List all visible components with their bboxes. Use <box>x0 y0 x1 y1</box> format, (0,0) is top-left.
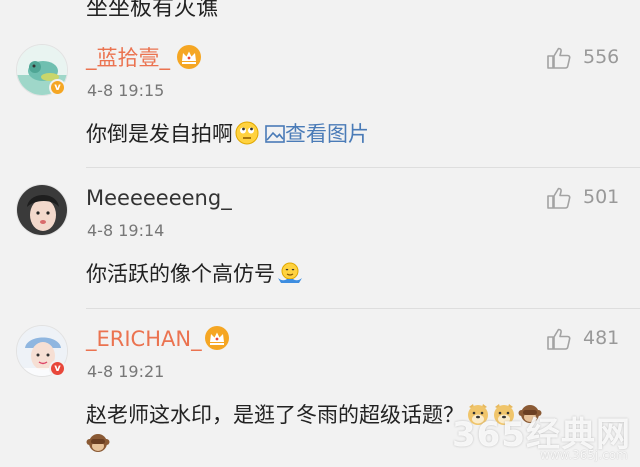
comment-text: 你倒是发自拍啊 查看图片 <box>86 120 369 152</box>
verified-badge: v <box>49 360 66 377</box>
comment-body: 你倒是发自拍啊 <box>86 122 233 146</box>
see-no-evil-monkey-emoji <box>86 431 110 459</box>
shrug-emoji <box>277 261 303 292</box>
comment-body: 赵老师这水印，是逛了冬雨的超级话题？ <box>86 403 464 427</box>
comment-feed: 坐坐板有灭谯 v _蓝拾壹_ 4-8 19:15 556 你倒是发自拍啊 查看图… <box>0 0 640 467</box>
verified-badge: v <box>49 79 66 96</box>
avatar[interactable] <box>16 184 68 236</box>
vip-crown-icon <box>177 45 201 69</box>
previous-comment-fragment: 坐坐板有灭谯 <box>86 0 219 21</box>
comment-body: 你活跃的像个高仿号 <box>86 262 275 286</box>
username[interactable]: Meeeeeeeng_ <box>86 184 232 212</box>
comment-time: 4-8 19:14 <box>87 221 165 240</box>
username[interactable]: _蓝拾壹_ <box>86 44 170 72</box>
view-image-label: 查看图片 <box>285 122 369 146</box>
rolling-eyes-emoji <box>235 121 259 152</box>
like-thumb-icon <box>546 327 572 355</box>
image-link-icon <box>265 122 285 146</box>
like-count: 501 <box>583 186 620 208</box>
divider <box>86 308 640 309</box>
like-count: 481 <box>583 327 620 349</box>
username[interactable]: _ERICHAN_ <box>86 325 202 353</box>
like-button[interactable]: 501 <box>546 184 626 212</box>
like-count: 556 <box>583 46 620 68</box>
like-thumb-icon <box>546 186 572 214</box>
comment-text: 你活跃的像个高仿号 <box>86 260 303 292</box>
comment-time: 4-8 19:15 <box>87 81 165 100</box>
comment-time: 4-8 19:21 <box>87 362 165 381</box>
like-button[interactable]: 556 <box>546 44 626 72</box>
view-image-link[interactable]: 查看图片 <box>265 122 369 146</box>
site-watermark-url: www.365j.com <box>540 448 628 462</box>
like-button[interactable]: 481 <box>546 325 626 353</box>
vip-crown-icon <box>205 326 229 350</box>
like-thumb-icon <box>546 46 572 74</box>
divider <box>86 167 640 168</box>
